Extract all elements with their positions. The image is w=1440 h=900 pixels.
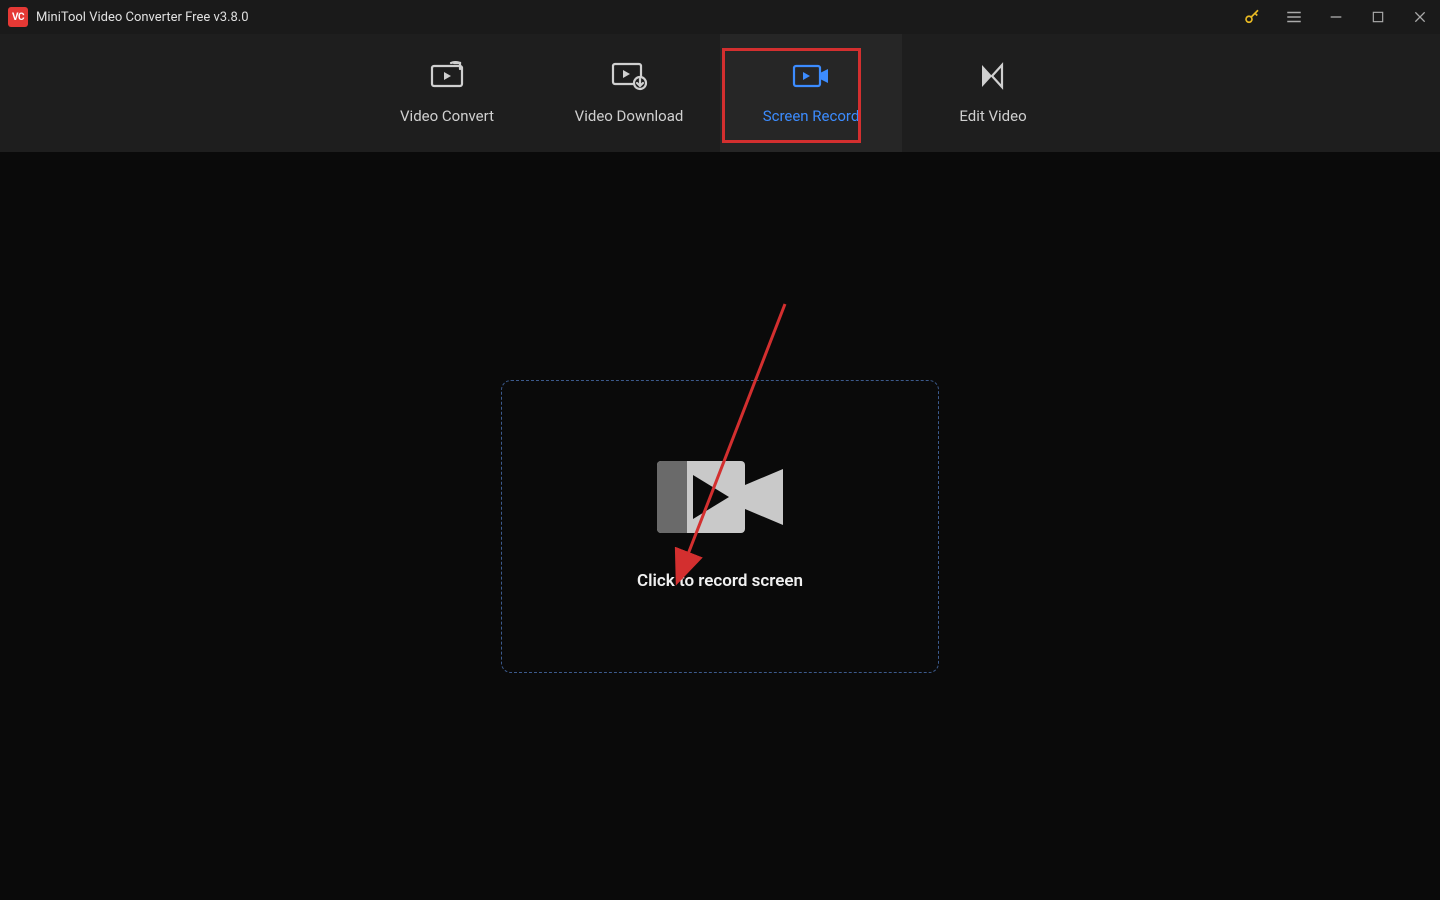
- download-icon: [610, 61, 648, 91]
- navbar: Video Convert Video Download Screen Reco…: [0, 34, 1440, 152]
- main-content: Click to record screen: [0, 152, 1440, 900]
- maximize-icon[interactable]: [1366, 5, 1390, 29]
- screen-record-icon: [792, 61, 830, 91]
- menu-icon[interactable]: [1282, 5, 1306, 29]
- nav-label: Screen Record: [763, 107, 860, 125]
- app-title: MiniTool Video Converter Free v3.8.0: [36, 10, 249, 25]
- nav-label: Video Download: [575, 107, 684, 125]
- minimize-icon[interactable]: [1324, 5, 1348, 29]
- app-logo: VC: [8, 7, 28, 27]
- titlebar: VC MiniTool Video Converter Free v3.8.0: [0, 0, 1440, 34]
- record-label: Click to record screen: [637, 571, 803, 591]
- nav-item-edit-video[interactable]: Edit Video: [902, 34, 1084, 152]
- nav-item-video-convert[interactable]: Video Convert: [356, 34, 538, 152]
- nav-item-video-download[interactable]: Video Download: [538, 34, 720, 152]
- record-dropzone[interactable]: Click to record screen: [501, 380, 939, 673]
- edit-video-icon: [978, 61, 1008, 91]
- titlebar-right: [1240, 5, 1432, 29]
- convert-icon: [429, 61, 465, 91]
- key-icon[interactable]: [1240, 5, 1264, 29]
- nav-label: Edit Video: [959, 107, 1026, 125]
- nav-label: Video Convert: [400, 107, 494, 125]
- nav-item-screen-record[interactable]: Screen Record: [720, 34, 902, 152]
- close-icon[interactable]: [1408, 5, 1432, 29]
- titlebar-left: VC MiniTool Video Converter Free v3.8.0: [8, 7, 249, 27]
- camera-icon: [657, 461, 783, 541]
